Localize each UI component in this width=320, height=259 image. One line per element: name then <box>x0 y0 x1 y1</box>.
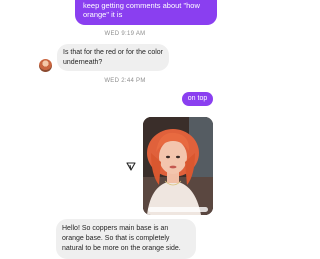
incoming-message-bubble[interactable]: Hello! So coppers main base is an orange… <box>56 219 196 259</box>
sender-avatar[interactable] <box>39 59 52 72</box>
message-text-line: underneath? <box>63 59 103 66</box>
message-text-line: orange" it is <box>83 10 123 19</box>
message-text-line: Hello! So coppers main base is an <box>62 225 169 232</box>
send-icon[interactable] <box>126 158 136 171</box>
outgoing-message-bubble[interactable]: on top <box>182 92 213 106</box>
photo-image <box>143 117 213 215</box>
outgoing-message-bubble[interactable]: keep getting comments about "how orange"… <box>75 0 217 25</box>
message-text-line: keep getting comments about "how <box>83 1 200 10</box>
timestamp: WED 9:19 AM <box>104 31 146 37</box>
incoming-message-bubble[interactable]: Is that for the red or for the color und… <box>57 44 169 71</box>
photo-caption-strip <box>148 207 208 212</box>
timestamp: WED 2:44 PM <box>104 78 146 84</box>
message-text: on top <box>187 95 208 102</box>
message-text-line: natural to be more on the orange side. <box>62 245 181 252</box>
message-text-line: orange base. So that is completely <box>62 235 170 242</box>
shared-photo[interactable] <box>143 117 213 215</box>
message-text-line: Is that for the red or for the color <box>63 49 163 56</box>
